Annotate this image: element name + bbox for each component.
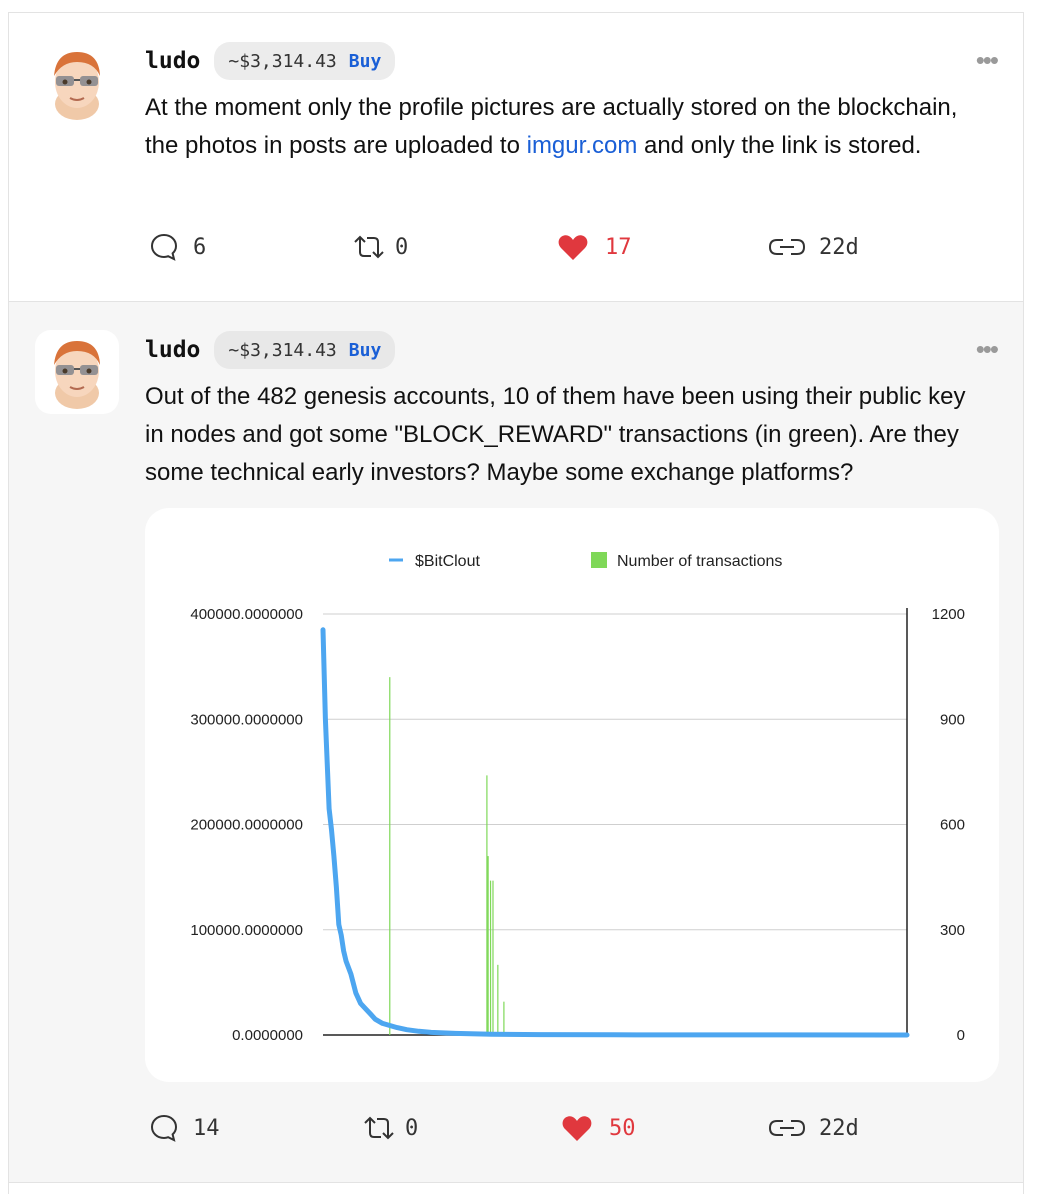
y-left-tick-label: 200000.0000000 <box>190 817 303 834</box>
y-right-tick-label: 1200 <box>932 606 965 623</box>
feed: ludo ~$3,314.43 Buy ••• At the moment on… <box>8 12 1024 1194</box>
age-link[interactable]: 22d <box>767 1108 859 1148</box>
buy-button[interactable]: Buy <box>349 340 382 361</box>
price-pill: ~$3,314.43 Buy <box>214 331 396 369</box>
y-left-tick-label: 400000.0000000 <box>190 606 303 623</box>
post-age: 22d <box>819 234 859 260</box>
reclout-icon <box>354 235 384 259</box>
chart-legend: $BitClout Number of transactions <box>389 552 782 570</box>
transaction-bar <box>492 880 494 1035</box>
username[interactable]: ludo <box>145 337 200 363</box>
reclout-button[interactable]: 0 <box>351 227 408 267</box>
more-icon[interactable]: ••• <box>976 336 999 362</box>
avatar[interactable] <box>35 330 119 414</box>
comment-icon <box>150 233 178 261</box>
comment-count: 14 <box>193 1115 220 1141</box>
imgur-link[interactable]: imgur.com <box>527 132 638 159</box>
y-right-tick-label: 300 <box>940 922 965 939</box>
heart-icon <box>558 235 588 260</box>
comment-button[interactable]: 6 <box>149 227 206 267</box>
link-icon <box>768 239 806 255</box>
transaction-bar <box>486 775 488 1035</box>
heart-icon <box>562 1116 592 1141</box>
post[interactable]: ludo ~$3,314.43 Buy ••• Out of the 482 g… <box>9 302 1023 1183</box>
post-actions: 6 0 17 22d <box>145 227 945 267</box>
bitclout-line <box>320 627 910 1038</box>
coin-price: ~$3,314.43 <box>228 50 337 72</box>
comment-count: 6 <box>193 234 207 260</box>
post-text-end: and only the link is stored. <box>637 132 922 159</box>
username[interactable]: ludo <box>145 48 200 74</box>
like-button[interactable]: 17 <box>557 227 632 267</box>
post-body: At the moment only the profile pictures … <box>145 89 985 165</box>
post-body: Out of the 482 genesis accounts, 10 of t… <box>145 383 966 486</box>
post-header: ludo ~$3,314.43 Buy <box>145 42 396 80</box>
post-age: 22d <box>819 1115 859 1141</box>
more-icon[interactable]: ••• <box>976 47 999 73</box>
coin-price: ~$3,314.43 <box>228 339 337 361</box>
chart: $BitClout Number of transactions 400000.… <box>190 552 965 1044</box>
reclout-button[interactable]: 0 <box>361 1108 418 1148</box>
legend-bar-swatch <box>591 552 607 568</box>
comment-button[interactable]: 14 <box>149 1108 220 1148</box>
reclout-count: 0 <box>405 1115 419 1141</box>
transaction-bar <box>503 1001 505 1035</box>
y-right-tick-label: 0 <box>957 1027 965 1044</box>
y-left-tick-label: 0.0000000 <box>232 1027 303 1044</box>
like-count: 17 <box>605 234 632 260</box>
link-icon <box>768 1120 806 1136</box>
memoji-avatar <box>54 52 100 120</box>
reclout-count: 0 <box>395 234 409 260</box>
chart-card[interactable]: $BitClout Number of transactions 400000.… <box>145 508 999 1082</box>
like-button[interactable]: 50 <box>561 1108 636 1148</box>
transaction-bar <box>489 880 492 1035</box>
legend-label-bitclout: $BitClout <box>415 553 480 570</box>
like-count: 50 <box>609 1115 636 1141</box>
memoji-avatar <box>54 341 100 409</box>
post-header: ludo ~$3,314.43 Buy <box>145 331 396 369</box>
y-right-tick-label: 600 <box>940 817 965 834</box>
age-link[interactable]: 22d <box>767 227 859 267</box>
y-right-tick-label: 900 <box>940 711 965 728</box>
y-left-tick-label: 100000.0000000 <box>190 922 303 939</box>
reclout-icon <box>364 1116 394 1140</box>
comment-icon <box>150 1114 178 1142</box>
post-actions: 14 0 50 22d <box>145 1108 945 1148</box>
transaction-bar <box>389 677 391 1035</box>
transaction-bar <box>497 964 499 1035</box>
price-pill: ~$3,314.43 Buy <box>214 42 396 80</box>
transaction-bar <box>487 856 489 1035</box>
buy-button[interactable]: Buy <box>349 51 382 72</box>
avatar[interactable] <box>35 41 119 125</box>
post[interactable]: ludo ~$3,314.43 Buy ••• At the moment on… <box>9 13 1023 302</box>
legend-label-transactions: Number of transactions <box>617 553 782 570</box>
y-left-tick-label: 300000.0000000 <box>190 711 303 728</box>
